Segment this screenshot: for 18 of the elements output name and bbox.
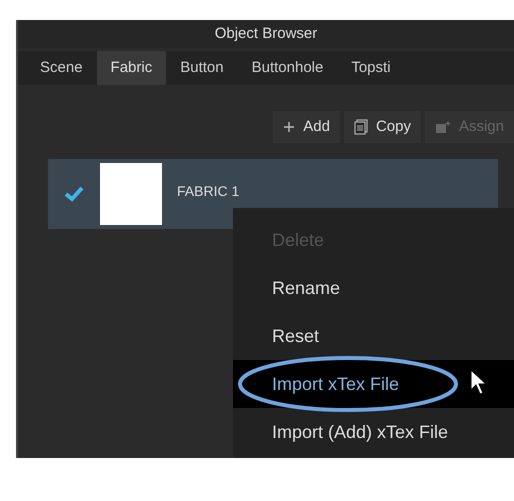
plus-icon xyxy=(283,121,296,133)
tab[interactable]: Scene xyxy=(26,51,97,85)
assign-icon xyxy=(434,120,451,134)
tab[interactable]: Button xyxy=(166,51,238,85)
menu-item[interactable]: Rename xyxy=(233,264,514,312)
toolbar-button[interactable]: Copy xyxy=(344,111,421,143)
menu-item[interactable]: Reset xyxy=(233,312,514,360)
menu-item[interactable]: Import (Add) xTex File xyxy=(233,408,514,456)
tab[interactable]: Topsti xyxy=(337,51,405,85)
checkmark-icon[interactable] xyxy=(64,186,84,202)
cursor-icon xyxy=(469,368,487,396)
fabric-swatch xyxy=(100,163,162,225)
window-title: Object Browser xyxy=(214,24,318,44)
item-name: FABRIC 1 xyxy=(177,182,240,201)
document-icon xyxy=(354,119,368,135)
tab[interactable]: Buttonhole xyxy=(238,51,338,85)
tab[interactable]: Fabric xyxy=(96,51,166,85)
toolbar-button[interactable]: Add xyxy=(273,111,340,143)
